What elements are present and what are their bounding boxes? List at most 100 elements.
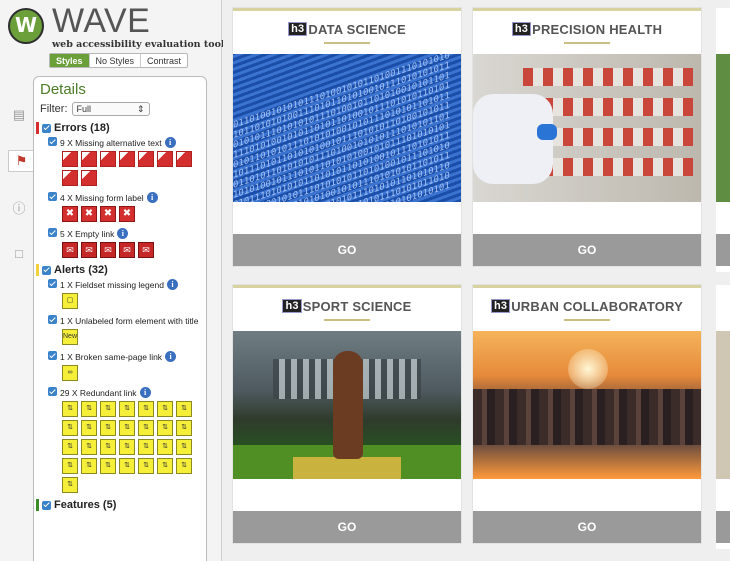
style-toggle: Styles No Styles Contrast	[49, 53, 189, 68]
go-button[interactable]: GO	[473, 511, 701, 543]
alerts-checkbox[interactable]	[42, 265, 51, 275]
sun	[568, 349, 608, 389]
go-button[interactable]: GO	[233, 234, 461, 266]
errors-label: Errors (18)	[54, 122, 110, 134]
no-styles-option[interactable]: No Styles	[90, 54, 142, 67]
details-panel: Details Filter: Full ⇕ Errors (18) 9 X M…	[33, 76, 207, 561]
redundant-link-icon[interactable]: ⇅	[157, 401, 173, 417]
broken-link-alert-icon[interactable]: ∞	[62, 365, 78, 381]
redundant-link-icon[interactable]: ⇅	[157, 439, 173, 455]
info-icon[interactable]: i	[139, 387, 151, 398]
redundant-link-icon[interactable]: ⇅	[157, 420, 173, 436]
redundant-link-icon[interactable]: ⇅	[62, 401, 78, 417]
redundant-link-icon[interactable]: ⇅	[81, 420, 97, 436]
redundant-link-icon[interactable]: ⇅	[176, 458, 192, 474]
redundant-link-icon[interactable]: ⇅	[81, 458, 97, 474]
redundant-link-icon[interactable]: ⇅	[119, 401, 135, 417]
error-icon[interactable]: ✉	[138, 242, 154, 258]
filter-label: Filter:	[40, 103, 68, 115]
missing-alt-item[interactable]: 9 X Missing alternative text i	[48, 137, 200, 149]
fieldset-legend-checkbox[interactable]	[48, 279, 57, 288]
info-icon[interactable]: i	[166, 279, 178, 290]
error-icon[interactable]: ✖	[81, 206, 97, 222]
reference-tab-info-icon[interactable]: ⓘ	[8, 196, 30, 218]
empty-link-checkbox[interactable]	[48, 228, 57, 237]
error-icon[interactable]	[119, 151, 135, 167]
redundant-link-icon[interactable]: ⇅	[100, 401, 116, 417]
wave-tagline: web accessibility evaluation tool	[52, 39, 225, 50]
error-icon[interactable]	[62, 170, 78, 186]
redundant-link-icon[interactable]: ⇅	[119, 458, 135, 474]
redundant-link-icon[interactable]: ⇅	[100, 458, 116, 474]
error-icon[interactable]	[100, 151, 116, 167]
error-icon[interactable]: ✉	[119, 242, 135, 258]
redundant-link-icon[interactable]: ⇅	[81, 401, 97, 417]
redundant-link-item[interactable]: 29 X Redundant link i	[48, 387, 200, 399]
error-icon[interactable]	[81, 170, 97, 186]
filter-select[interactable]: Full ⇕	[71, 102, 150, 116]
redundant-link-icon[interactable]: ⇅	[176, 439, 192, 455]
errors-checkbox[interactable]	[42, 123, 51, 133]
info-icon[interactable]: i	[165, 351, 177, 362]
error-icon[interactable]: ✖	[62, 206, 78, 222]
card-title: DATA SCIENCE	[308, 21, 406, 37]
features-checkbox[interactable]	[42, 500, 51, 510]
error-icon[interactable]: ✉	[62, 242, 78, 258]
redundant-link-icon[interactable]: ⇅	[138, 401, 154, 417]
summary-tab-clipboard-icon[interactable]: ▤	[8, 104, 30, 126]
error-icon[interactable]	[62, 151, 78, 167]
alerts-category[interactable]: Alerts (32)	[36, 264, 200, 276]
missing-form-label-item[interactable]: 4 X Missing form label i	[48, 192, 200, 204]
h3-marker: h3	[511, 22, 532, 36]
error-icon[interactable]	[81, 151, 97, 167]
unlabeled-form-item[interactable]: 1 X Unlabeled form element with title	[48, 315, 200, 327]
error-icon[interactable]	[157, 151, 173, 167]
contrast-option[interactable]: Contrast	[141, 54, 187, 67]
error-icon[interactable]	[176, 151, 192, 167]
styles-option[interactable]: Styles	[50, 54, 90, 67]
missing-alt-label: 9 X Missing alternative text	[60, 138, 162, 148]
unlabeled-form-icons: New	[62, 329, 202, 345]
redundant-link-icon[interactable]: ⇅	[138, 439, 154, 455]
info-icon[interactable]: i	[117, 228, 129, 239]
redundant-link-icon[interactable]: ⇅	[62, 458, 78, 474]
features-category[interactable]: Features (5)	[36, 499, 200, 511]
unlabeled-form-alert-icon[interactable]: New	[62, 329, 78, 345]
city-skyline	[473, 389, 701, 449]
fieldset-alert-icon[interactable]: ▢	[62, 293, 78, 309]
error-icon[interactable]	[138, 151, 154, 167]
redundant-link-icon[interactable]: ⇅	[138, 458, 154, 474]
empty-link-item[interactable]: 5 X Empty link i	[48, 228, 200, 240]
redundant-link-icon[interactable]: ⇅	[62, 420, 78, 436]
redundant-link-icon[interactable]: ⇅	[119, 439, 135, 455]
error-icon[interactable]: ✖	[119, 206, 135, 222]
go-button[interactable]: GO	[233, 511, 461, 543]
info-icon[interactable]: i	[146, 192, 158, 203]
redundant-link-icon[interactable]: ⇅	[176, 401, 192, 417]
missing-alt-checkbox[interactable]	[48, 137, 57, 146]
redundant-link-icon[interactable]: ⇅	[81, 439, 97, 455]
redundant-link-checkbox[interactable]	[48, 387, 57, 396]
redundant-link-icon[interactable]: ⇅	[119, 420, 135, 436]
info-icon[interactable]: i	[164, 137, 176, 148]
redundant-link-icon[interactable]: ⇅	[100, 439, 116, 455]
details-tab-flag-icon[interactable]: ⚑	[8, 150, 34, 172]
redundant-link-icon[interactable]: ⇅	[157, 458, 173, 474]
unlabeled-form-checkbox[interactable]	[48, 315, 57, 324]
redundant-link-icon[interactable]: ⇅	[62, 477, 78, 493]
structure-tab-document-icon[interactable]: □	[8, 242, 30, 264]
redundant-link-icon[interactable]: ⇅	[100, 420, 116, 436]
redundant-link-icon[interactable]: ⇅	[176, 420, 192, 436]
error-icon[interactable]: ✉	[81, 242, 97, 258]
fieldset-legend-item[interactable]: 1 X Fieldset missing legend i	[48, 279, 200, 291]
go-button[interactable]: GO	[473, 234, 701, 266]
broken-link-checkbox[interactable]	[48, 351, 57, 360]
errors-category[interactable]: Errors (18)	[36, 122, 200, 134]
redundant-link-icon[interactable]: ⇅	[62, 439, 78, 455]
missing-form-label-checkbox[interactable]	[48, 192, 57, 201]
error-icon[interactable]: ✉	[100, 242, 116, 258]
broken-link-item[interactable]: 1 X Broken same-page link i	[48, 351, 200, 363]
error-icon[interactable]: ✖	[100, 206, 116, 222]
redundant-link-icon[interactable]: ⇅	[138, 420, 154, 436]
h3-marker: h3	[490, 299, 511, 313]
